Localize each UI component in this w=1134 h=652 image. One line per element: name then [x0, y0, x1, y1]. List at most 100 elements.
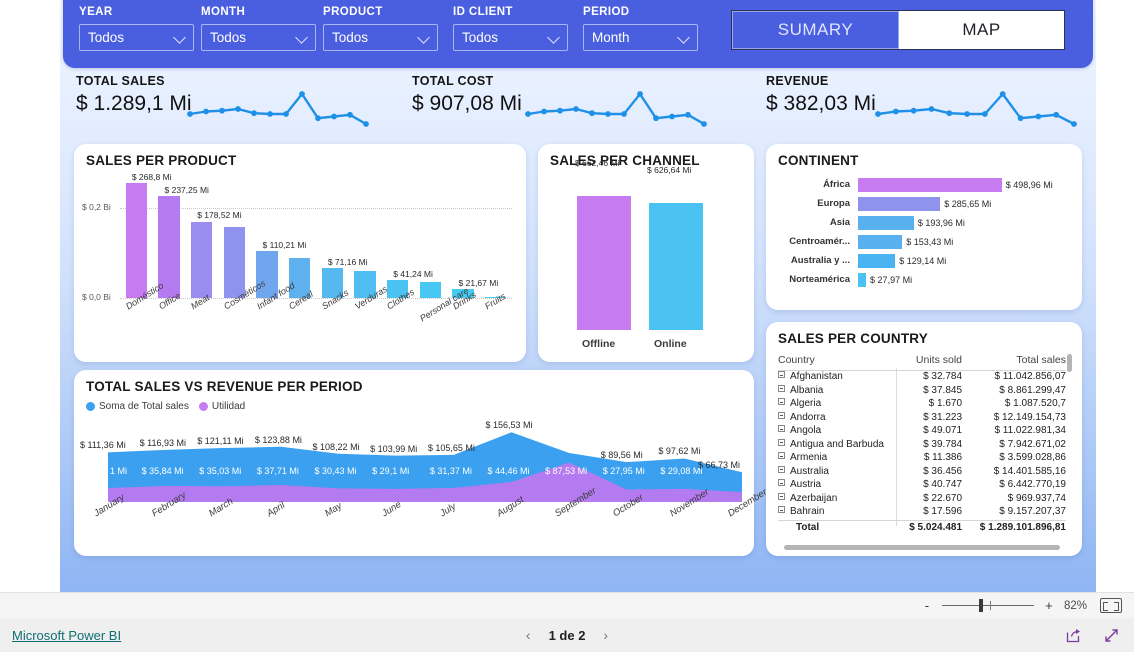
- zoom-in-button[interactable]: +: [1043, 598, 1055, 613]
- continent-row-0[interactable]: África $ 498,96 Mi: [766, 176, 1082, 194]
- fit-to-page-icon[interactable]: [1100, 598, 1122, 613]
- slicer-period[interactable]: PERIOD Month: [583, 6, 698, 51]
- continent-bar-4[interactable]: [858, 254, 896, 268]
- zoom-slider[interactable]: [941, 599, 1034, 612]
- table-row[interactable]: Afghanistan $ 32.784 $ 11.042.856,07: [778, 371, 1066, 385]
- fullscreen-icon[interactable]: [1103, 627, 1120, 644]
- slicer-year-dropdown[interactable]: Todos: [79, 24, 194, 51]
- expand-icon[interactable]: [778, 371, 785, 378]
- slicer-product-value: Todos: [332, 30, 369, 45]
- country-table[interactable]: Country Units sold Total sales Afghanist…: [778, 352, 1074, 535]
- continent-row-5[interactable]: Norteamérica $ 27,97 Mi: [766, 271, 1082, 289]
- slicer-month-dropdown[interactable]: Todos: [201, 24, 316, 51]
- table-total-row: Total $ 5.024.481 $ 1.289.101.896,81: [778, 519, 1066, 535]
- table-row[interactable]: Austria $ 40.747 $ 6.442.770,19: [778, 479, 1066, 493]
- expand-icon[interactable]: [778, 384, 785, 392]
- expand-icon[interactable]: [778, 411, 785, 419]
- utilidad-label-5: $ 29,1 Mi: [372, 466, 410, 476]
- total-sales-label-3: $ 123,88 Mi: [254, 434, 302, 445]
- slicer-year-value: Todos: [88, 30, 125, 45]
- cell-country: Algeria: [778, 398, 895, 412]
- month-tick-5: June: [380, 499, 404, 520]
- slicer-month[interactable]: MONTH Todos: [201, 6, 316, 51]
- continent-label-1: Europa: [817, 198, 850, 209]
- expand-icon[interactable]: [778, 452, 785, 459]
- zoom-slider-thumb[interactable]: [978, 599, 983, 612]
- chart-legend[interactable]: Soma de Total sales Utilidad: [86, 401, 245, 412]
- table-row[interactable]: Bahrain $ 17.596 $ 9.157.207,37: [778, 506, 1066, 520]
- previous-page-icon[interactable]: ‹: [526, 627, 531, 643]
- cell-country: Angola: [778, 425, 895, 439]
- card-continent[interactable]: CONTINENT África $ 498,96 Mi Europa $ 285,6…: [766, 144, 1082, 310]
- zoom-out-button[interactable]: -: [921, 598, 933, 613]
- channel-bar-1[interactable]: [649, 202, 703, 330]
- slicer-year[interactable]: YEAR Todos: [79, 6, 194, 51]
- cell-country: Australia: [778, 465, 895, 480]
- table-row[interactable]: Australia $ 36.456 $ 14.401.585,16: [778, 465, 1066, 480]
- channel-bar-0[interactable]: [577, 195, 631, 330]
- expand-icon[interactable]: [778, 465, 785, 473]
- card-sales-per-channel[interactable]: SALES PER CHANNEL $ 662,46 Mi Offline $ 62…: [538, 144, 754, 362]
- expand-icon[interactable]: [778, 506, 785, 513]
- slicer-product-dropdown[interactable]: Todos: [323, 24, 438, 51]
- continent-bar-1[interactable]: [858, 197, 941, 211]
- expand-icon[interactable]: [778, 425, 785, 432]
- slicer-product[interactable]: PRODUCT Todos: [323, 6, 438, 51]
- card-total-sales-vs-revenue-title: TOTAL SALES VS REVENUE PER PERIOD: [86, 379, 363, 394]
- bar-2[interactable]: [190, 221, 213, 298]
- table-row[interactable]: Algeria $ 1.670 $ 1.087.520,7: [778, 398, 1066, 412]
- nav-button-sumary[interactable]: SUMARY: [732, 11, 899, 49]
- page-navigation-toggle[interactable]: SUMARY MAP: [731, 10, 1065, 50]
- bar-9[interactable]: [419, 281, 442, 298]
- slicer-id-client-dropdown[interactable]: Todos: [453, 24, 568, 51]
- table-row[interactable]: Angola $ 49.071 $ 11.022.981,34: [778, 425, 1066, 439]
- table-row[interactable]: Azerbaijan $ 22.670 $ 969.937,74: [778, 492, 1066, 507]
- continent-bar-5[interactable]: [858, 273, 867, 287]
- cell-total-sales: $ 8.861.299,47: [999, 384, 1066, 396]
- expand-icon[interactable]: [778, 438, 785, 446]
- continent-row-2[interactable]: Asia $ 193,96 Mi: [766, 214, 1082, 232]
- expand-icon[interactable]: [778, 479, 785, 486]
- table-row[interactable]: Antigua and Barbuda $ 39.784 $ 7.942.671,0…: [778, 438, 1066, 453]
- slicer-period-dropdown[interactable]: Month: [583, 24, 698, 51]
- total-sales-label-2: $ 121,11 Mi: [197, 436, 244, 447]
- legend-item-total-sales[interactable]: Soma de Total sales: [86, 401, 189, 412]
- table-row[interactable]: Albania $ 37.845 $ 8.861.299,47: [778, 384, 1066, 399]
- cell-units-sold: $ 17.596: [923, 506, 963, 517]
- bar-3[interactable]: [223, 226, 246, 298]
- card-sales-per-product-title: SALES PER PRODUCT: [86, 153, 237, 168]
- column-header-country[interactable]: Country: [778, 352, 895, 371]
- table-row[interactable]: Andorra $ 31.223 $ 12.149.154,73: [778, 411, 1066, 426]
- cell-units-sold: $ 49.071: [923, 425, 963, 436]
- expand-icon[interactable]: [778, 492, 785, 500]
- slicer-month-value: Todos: [210, 30, 247, 45]
- continent-bar-3[interactable]: [858, 235, 903, 249]
- continent-row-1[interactable]: Europa $ 285,65 Mi: [766, 195, 1082, 213]
- expand-icon[interactable]: [778, 398, 785, 405]
- table-row[interactable]: Armenia $ 11.386 $ 3.599.028,86: [778, 452, 1066, 466]
- zoom-level-label: 82%: [1063, 599, 1087, 612]
- continent-label-0: África: [823, 179, 850, 190]
- nav-button-map[interactable]: MAP: [899, 11, 1064, 49]
- column-header-total-sales[interactable]: Total sales: [962, 352, 1066, 371]
- microsoft-power-bi-link[interactable]: Microsoft Power BI: [12, 628, 121, 643]
- cell-total-sales: $ 969.937,74: [1007, 492, 1066, 504]
- next-page-icon[interactable]: ›: [603, 627, 608, 643]
- continent-row-3[interactable]: Centroamér... $ 153,43 Mi: [766, 233, 1082, 251]
- column-header-units-sold[interactable]: Units sold: [894, 352, 963, 371]
- cell-units-sold: $ 39.784: [923, 438, 963, 450]
- utilidad-label-10: $ 29,08 Mi: [660, 466, 703, 476]
- card-sales-per-product[interactable]: SALES PER PRODUCT $ 0,2 Bi $ 0,0 Bi Domé…: [74, 144, 526, 362]
- share-icon[interactable]: [1065, 627, 1082, 644]
- slicer-id-client[interactable]: ID CLIENT Todos: [453, 6, 568, 51]
- card-sales-per-country[interactable]: SALES PER COUNTRY Country Units sold Tot…: [766, 322, 1082, 556]
- table-horizontal-scrollbar[interactable]: [784, 545, 1060, 550]
- continent-bar-0[interactable]: [858, 178, 1002, 192]
- bar-0[interactable]: [125, 182, 148, 298]
- legend-item-utilidad[interactable]: Utilidad: [198, 401, 245, 412]
- continent-bar-2[interactable]: [858, 216, 914, 230]
- continent-row-4[interactable]: Australia y ... $ 129,14 Mi: [766, 252, 1082, 270]
- card-total-sales-vs-revenue[interactable]: TOTAL SALES VS REVENUE PER PERIOD Soma d…: [74, 370, 769, 556]
- cell-units-sold: $ 36.456: [923, 465, 963, 477]
- chevron-down-icon: [297, 32, 308, 43]
